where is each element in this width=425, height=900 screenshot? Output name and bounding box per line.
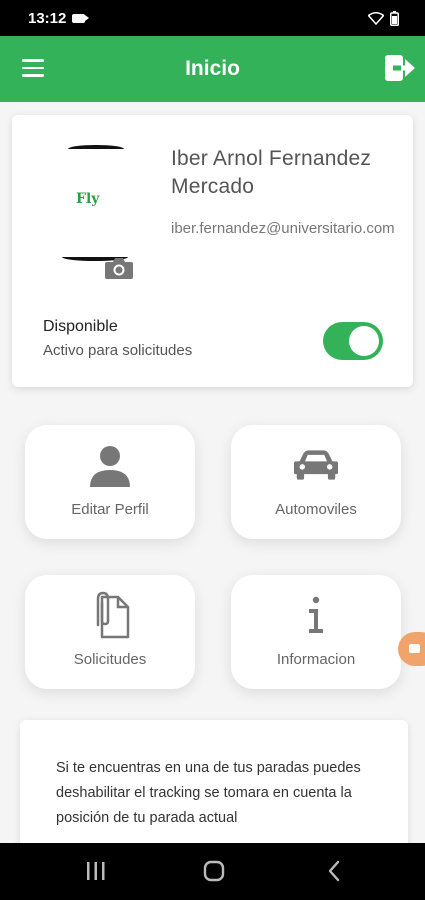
status-bar: 13:12 bbox=[0, 0, 425, 36]
recent-apps-icon[interactable] bbox=[86, 860, 106, 882]
record-camera-icon bbox=[409, 644, 420, 653]
person-icon bbox=[88, 443, 132, 487]
logout-icon[interactable] bbox=[383, 52, 417, 84]
tile-label: Editar Perfil bbox=[71, 501, 149, 518]
menu-icon[interactable] bbox=[22, 59, 44, 77]
availability-subtitle: Activo para solicitudes bbox=[43, 342, 193, 359]
avatar-logo: Fly bbox=[76, 191, 100, 207]
information-tile[interactable]: Informacion bbox=[231, 575, 401, 689]
wifi-icon bbox=[368, 11, 384, 25]
home-icon[interactable] bbox=[203, 860, 225, 882]
battery-icon bbox=[390, 10, 399, 26]
edit-profile-tile[interactable]: Editar Perfil bbox=[25, 425, 195, 539]
camera-icon[interactable] bbox=[104, 256, 134, 280]
tracking-info-card: Si te encuentras en una de tus paradas p… bbox=[20, 720, 408, 850]
tracking-info-text: Si te encuentras en una de tus paradas p… bbox=[56, 760, 361, 826]
profile-card: Fly Iber Arnol Fernandez Mercado iber.fe… bbox=[12, 115, 413, 387]
vehicles-tile[interactable]: Automoviles bbox=[231, 425, 401, 539]
page-title: Inicio bbox=[185, 57, 240, 80]
avatar[interactable]: Fly bbox=[62, 145, 152, 265]
screen-record-overlay-button[interactable] bbox=[398, 632, 425, 666]
tile-label: Informacion bbox=[276, 651, 356, 668]
toggle-knob bbox=[349, 326, 379, 356]
tile-label: Automoviles bbox=[275, 501, 357, 518]
avatar-frame-top bbox=[68, 145, 124, 153]
clock: 13:12 bbox=[28, 9, 67, 27]
profile-email: iber.fernandez@universitario.com bbox=[171, 220, 395, 237]
requests-tile[interactable]: Solicitudes bbox=[25, 575, 195, 689]
screen-record-icon bbox=[72, 13, 90, 23]
availability-toggle[interactable] bbox=[323, 322, 383, 360]
app-bar: Inicio bbox=[0, 36, 425, 102]
car-icon bbox=[294, 443, 338, 487]
info-icon bbox=[294, 593, 338, 637]
availability-label: Disponible bbox=[43, 318, 118, 335]
back-icon[interactable] bbox=[326, 860, 342, 882]
profile-name: Iber Arnol Fernandez Mercado bbox=[171, 147, 372, 198]
tile-label: Solicitudes bbox=[73, 651, 147, 668]
attachment-icon bbox=[88, 591, 132, 639]
system-navigation-bar bbox=[0, 843, 425, 900]
